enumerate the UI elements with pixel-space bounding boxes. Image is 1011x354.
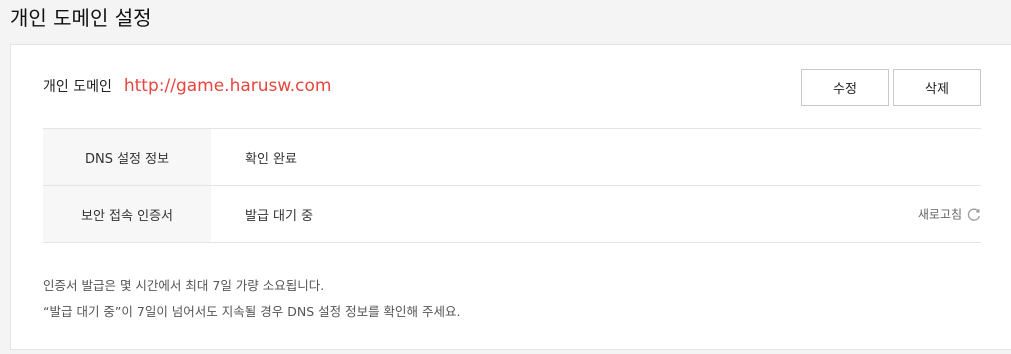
info-row-dns: DNS 설정 정보 확인 완료 — [43, 129, 981, 186]
info-value-dns: 확인 완료 — [211, 129, 981, 185]
refresh-label: 새로고침 — [917, 207, 962, 222]
dns-status-text: 확인 완료 — [245, 151, 297, 167]
refresh-button[interactable]: 새로고침 — [918, 206, 981, 223]
domain-value: http://game.harusw.com — [123, 76, 332, 96]
info-label-dns: DNS 설정 정보 — [43, 129, 211, 185]
info-table: DNS 설정 정보 확인 완료 보안 접속 인증서 발급 대기 중 새로고침 — [43, 128, 981, 243]
info-value-certificate: 발급 대기 중 새로고침 — [211, 186, 981, 242]
note-line: “발급 대기 중”이 7일이 넘어서도 지속될 경우 DNS 설정 정보를 확인… — [43, 304, 461, 319]
domain-settings-card: 개인 도메인 http://game.harusw.com 수정 삭제 DNS … — [10, 44, 1011, 350]
info-label-certificate: 보안 접속 인증서 — [43, 186, 211, 242]
delete-button[interactable]: 삭제 — [893, 69, 981, 106]
domain-label: 개인 도메인 — [43, 79, 112, 95]
edit-button[interactable]: 수정 — [801, 69, 889, 106]
domain-row: 개인 도메인 http://game.harusw.com — [43, 71, 331, 101]
notes: 인증서 발급은 몇 시간에서 최대 7일 가량 소요됩니다. “발급 대기 중”… — [43, 273, 461, 325]
refresh-icon — [967, 208, 980, 221]
page-title: 개인 도메인 설정 — [10, 6, 152, 30]
note-line: 인증서 발급은 몇 시간에서 최대 7일 가량 소요됩니다. — [43, 278, 325, 293]
info-row-certificate: 보안 접속 인증서 발급 대기 중 새로고침 — [43, 186, 981, 243]
certificate-status-text: 발급 대기 중 — [245, 208, 314, 224]
